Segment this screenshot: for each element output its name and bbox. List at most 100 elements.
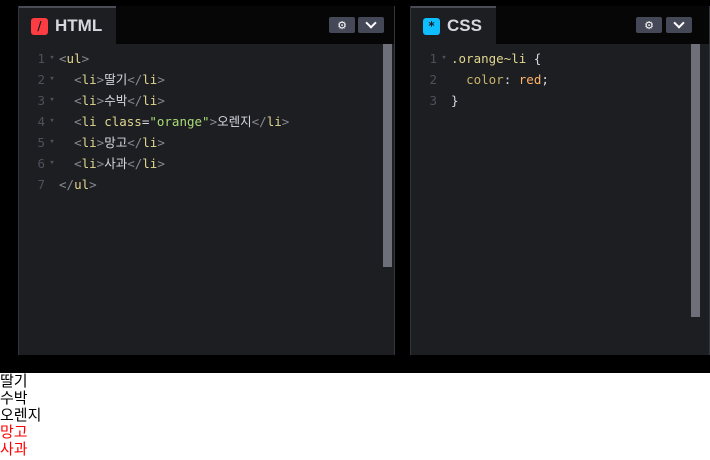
- code-token: li: [142, 93, 158, 108]
- code-token: <: [59, 51, 67, 66]
- code-token: </: [59, 177, 75, 192]
- code-token: ;: [541, 72, 549, 87]
- line-number: 3: [37, 93, 45, 108]
- code-text: <li>사과</li>: [59, 153, 165, 174]
- code-token: </: [127, 72, 143, 87]
- html-code-editor[interactable]: 1 ▾ <ul> 2 ▾ <li>딸기</li> 3 ▾ <li>수박</li> 4 ▾ <li…: [19, 48, 394, 195]
- code-line[interactable]: 6 ▾ <li>사과</li>: [19, 153, 394, 174]
- html-dropdown-button[interactable]: [358, 17, 384, 33]
- code-text: <li>딸기</li>: [59, 69, 165, 90]
- code-token: 오렌지: [217, 114, 252, 129]
- code-token: </: [127, 135, 143, 150]
- fold-arrow-icon: [437, 69, 451, 90]
- css-dropdown-button[interactable]: [666, 17, 692, 33]
- css-settings-button[interactable]: ⚙: [636, 17, 662, 33]
- code-token: li: [81, 135, 97, 150]
- code-token: li: [81, 156, 97, 171]
- css-icon: *: [423, 17, 440, 35]
- gear-icon: ⚙: [337, 18, 347, 32]
- css-code-editor[interactable]: 1 ▾ .orange~li {2 color: red; 3}: [411, 48, 709, 111]
- css-tab[interactable]: * CSS: [411, 6, 496, 44]
- code-token: <: [74, 114, 82, 129]
- code-token: }: [451, 93, 459, 108]
- css-scrollbar[interactable]: [691, 44, 700, 317]
- code-token: >: [81, 51, 90, 66]
- fold-arrow-icon[interactable]: ▾: [45, 132, 59, 153]
- code-token: >: [281, 114, 290, 129]
- code-line[interactable]: 3 ▾ <li>수박</li>: [19, 90, 394, 111]
- html-settings-button[interactable]: ⚙: [329, 17, 355, 33]
- editor-area: / HTML ⚙ 1 ▾ <ul> 2 ▾ <li>딸기</li> 3 ▾ <li>수박</…: [0, 0, 710, 373]
- code-token: {: [526, 51, 542, 66]
- code-token: 망고: [104, 135, 128, 150]
- css-tab-label: CSS: [447, 16, 482, 35]
- code-token: <: [74, 72, 82, 87]
- code-text: <ul>: [59, 48, 89, 69]
- css-editor-pane[interactable]: * CSS ⚙ 1 ▾ .orange~li {2 color: red; 3}: [410, 6, 710, 355]
- code-token: red: [518, 72, 542, 87]
- fold-arrow-icon[interactable]: ▾: [45, 48, 59, 69]
- fold-arrow-icon[interactable]: ▾: [45, 153, 59, 174]
- html-tab-label: HTML: [55, 16, 103, 35]
- resize-divider[interactable]: [0, 355, 710, 373]
- code-text: </ul>: [59, 174, 97, 195]
- code-text: color: red;: [451, 69, 549, 90]
- css-pane-header: * CSS ⚙: [411, 6, 709, 44]
- code-line[interactable]: 1 ▾ .orange~li {: [411, 48, 709, 69]
- code-token: .orange~li: [451, 51, 527, 66]
- line-number: 5: [37, 135, 45, 150]
- line-number: 2: [37, 72, 45, 87]
- fold-arrow-icon[interactable]: ▾: [45, 69, 59, 90]
- code-line[interactable]: 1 ▾ <ul>: [19, 48, 394, 69]
- code-token: >: [157, 156, 165, 171]
- result-item: 사과: [0, 440, 28, 458]
- gear-icon: ⚙: [644, 18, 654, 32]
- code-line[interactable]: 5 ▾ <li>망고</li>: [19, 132, 394, 153]
- code-token: class: [104, 114, 142, 129]
- fold-arrow-icon[interactable]: ▾: [45, 90, 59, 111]
- code-token: li: [142, 135, 158, 150]
- fold-arrow-icon: [45, 174, 59, 195]
- html-scrollbar[interactable]: [383, 44, 392, 267]
- fold-arrow-icon[interactable]: ▾: [45, 111, 59, 132]
- code-token: ul: [74, 177, 90, 192]
- html-pane-header: / HTML ⚙: [19, 6, 394, 44]
- code-line[interactable]: 2 ▾ <li>딸기</li>: [19, 69, 394, 90]
- code-token: </: [127, 93, 143, 108]
- code-token: 사과: [104, 156, 128, 171]
- code-token: li: [142, 72, 158, 87]
- code-line[interactable]: 4 ▾ <li class="orange">오렌지</li>: [19, 111, 394, 132]
- code-text: <li>망고</li>: [59, 132, 165, 153]
- code-text: .orange~li {: [451, 48, 541, 69]
- code-token: li: [266, 114, 282, 129]
- html-tab[interactable]: / HTML: [19, 6, 117, 44]
- code-text: }: [451, 90, 459, 111]
- result-preview: 딸기 수박 오렌지 망고 사과: [0, 373, 710, 460]
- code-token: </: [251, 114, 267, 129]
- fold-arrow-icon[interactable]: ▾: [437, 48, 451, 69]
- code-token: >: [209, 114, 218, 129]
- code-token: >: [89, 177, 97, 192]
- code-token: <: [74, 156, 82, 171]
- code-token: >: [157, 135, 165, 150]
- line-number: 7: [37, 177, 45, 192]
- code-token: li: [81, 93, 97, 108]
- chevron-down-icon: [673, 17, 685, 29]
- html-editor-pane[interactable]: / HTML ⚙ 1 ▾ <ul> 2 ▾ <li>딸기</li> 3 ▾ <li>수박</…: [18, 6, 395, 355]
- code-line[interactable]: 2 color: red;: [411, 69, 709, 90]
- code-token: </: [127, 156, 143, 171]
- code-text: <li>수박</li>: [59, 90, 165, 111]
- code-text: <li class="orange">오렌지</li>: [59, 111, 289, 132]
- code-token: 딸기: [104, 72, 128, 87]
- code-line[interactable]: 7 </ul>: [19, 174, 394, 195]
- code-token: "orange": [149, 114, 210, 129]
- chevron-down-icon: [365, 17, 377, 29]
- code-token: 수박: [104, 93, 128, 108]
- code-line[interactable]: 3}: [411, 90, 709, 111]
- code-token: li: [81, 114, 97, 129]
- fold-arrow-icon: [437, 90, 451, 111]
